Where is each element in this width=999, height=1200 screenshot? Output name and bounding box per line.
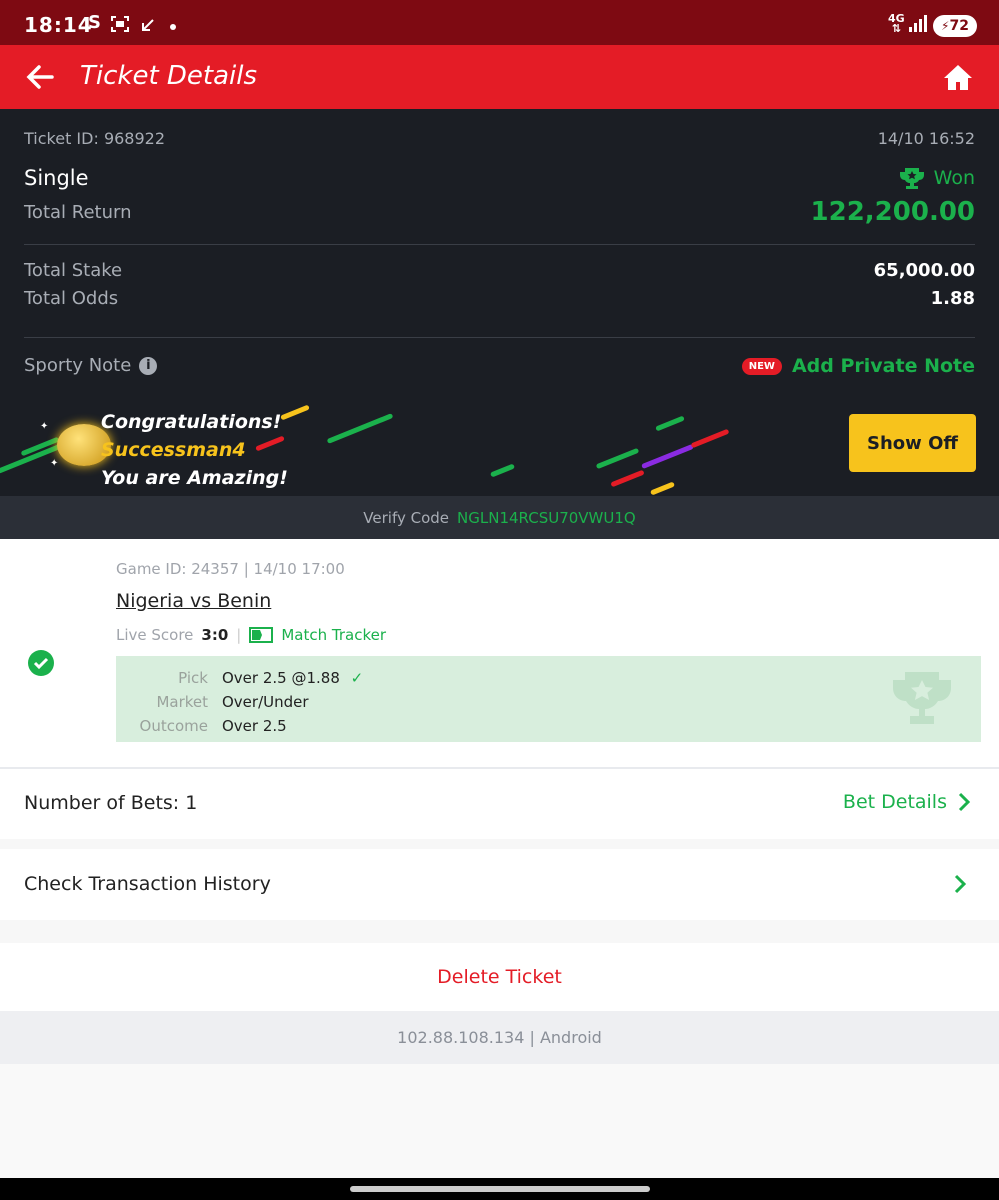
pick-value: Over 2.5 @1.88: [222, 669, 340, 687]
dot-icon: [170, 24, 176, 30]
gesture-handle[interactable]: [350, 1186, 650, 1192]
chevron-right-icon: [958, 792, 971, 812]
live-score-row: Live Score 3:0 | Match Tracker: [116, 626, 386, 644]
live-score-value: 3:0: [201, 626, 229, 644]
number-of-bets: Number of Bets: 1: [24, 792, 198, 814]
ticket-datetime: 14/10 16:52: [877, 129, 975, 148]
username: Successman4: [101, 439, 246, 461]
match-tracker-label: Match Tracker: [281, 626, 387, 644]
check-circle-icon: [28, 650, 54, 676]
match-tracker-icon: [249, 627, 274, 643]
divider: [24, 244, 975, 245]
system-nav-bar: [0, 1178, 999, 1200]
live-score-label: Live Score: [116, 626, 194, 644]
bet-type: Single: [24, 166, 89, 190]
congrats-banner: ✦ ✦ Congratulations! Successman4 You are…: [0, 396, 999, 496]
trophy-watermark-icon: [893, 672, 951, 724]
separator: |: [236, 626, 242, 644]
ticket-id: Ticket ID: 968922: [24, 129, 166, 148]
congrats-line1: Congratulations!: [101, 411, 282, 433]
total-return-label: Total Return: [24, 202, 132, 223]
show-off-button[interactable]: Show Off: [849, 414, 976, 472]
total-return-value: 122,200.00: [810, 197, 975, 227]
device-info: 102.88.108.134 | Android: [0, 1011, 999, 1064]
pick-details: Pick Market Outcome Over 2.5 @1.88 ✓ Ove…: [116, 656, 981, 742]
outcome-value: Over 2.5: [222, 717, 287, 735]
status-time: 18:14: [24, 13, 93, 37]
add-private-note-button[interactable]: NEW Add Private Note: [741, 355, 975, 377]
signal-icon: [909, 15, 927, 32]
verify-code-value[interactable]: NGLN14RCSU70VWU1Q: [457, 509, 636, 527]
match-teams[interactable]: Nigeria vs Benin: [116, 590, 271, 612]
number-of-bets-row: Number of Bets: 1 Bet Details: [0, 769, 999, 839]
app-bar: Ticket Details: [0, 45, 999, 109]
battery-icon: ⚡ 72: [933, 15, 977, 37]
sporty-note: Sporty Note i: [24, 355, 158, 376]
empty-area: [0, 1064, 999, 1178]
status-won: Won: [898, 166, 975, 190]
add-private-note-label: Add Private Note: [791, 355, 975, 377]
game-info: Game ID: 24357 | 14/10 17:00: [116, 560, 345, 578]
total-odds-label: Total Odds: [24, 288, 119, 309]
delete-ticket-row: Delete Ticket: [0, 943, 999, 1011]
info-icon[interactable]: i: [139, 356, 158, 375]
delete-ticket-button[interactable]: Delete Ticket: [437, 966, 562, 988]
total-stake-label: Total Stake: [24, 260, 123, 281]
back-arrow-icon[interactable]: [26, 64, 54, 90]
battery-level: 72: [949, 18, 969, 34]
pick-label: Pick: [178, 669, 208, 687]
new-badge: NEW: [741, 357, 782, 375]
arrow-icon: [142, 19, 154, 31]
market-value: Over/Under: [222, 693, 309, 711]
home-icon[interactable]: [943, 63, 973, 91]
ticket-summary: Ticket ID: 968922 14/10 16:52 Single Won…: [0, 109, 999, 396]
bet-details-link[interactable]: Bet Details: [843, 791, 971, 813]
match-card: Game ID: 24357 | 14/10 17:00 Nigeria vs …: [0, 539, 999, 767]
status-bar: 18:14 S 4G ⇅ ⚡ 72: [0, 0, 999, 45]
pick-values: Over 2.5 @1.88 ✓ Over/Under Over 2.5: [222, 666, 363, 738]
verify-code-label: Verify Code: [363, 508, 450, 527]
verify-code-bar: Verify Code NGLN14RCSU70VWU1Q: [0, 496, 999, 539]
s-logo-icon: S: [88, 12, 101, 33]
trophy-icon: [899, 168, 924, 189]
market-label: Market: [156, 693, 208, 711]
outcome-label: Outcome: [139, 717, 208, 735]
page-title: Ticket Details: [80, 61, 258, 91]
pick-labels: Pick Market Outcome: [116, 666, 208, 738]
bet-details-label: Bet Details: [842, 791, 947, 813]
total-stake-value: 65,000.00: [873, 260, 975, 281]
chevron-right-icon: [954, 874, 967, 894]
screenshot-icon: [111, 16, 129, 32]
match-tracker-link[interactable]: Match Tracker: [249, 626, 386, 644]
checkmark-icon: ✓: [350, 669, 364, 687]
transaction-history-row[interactable]: Check Transaction History: [0, 849, 999, 920]
transaction-history-label: Check Transaction History: [24, 873, 271, 895]
total-odds-value: 1.88: [930, 288, 975, 309]
congrats-line3: You are Amazing!: [101, 467, 288, 489]
divider: [24, 337, 975, 338]
network-type: 4G ⇅: [888, 12, 905, 35]
congrats-text: Congratulations! Successman4 You are Ama…: [101, 408, 288, 492]
